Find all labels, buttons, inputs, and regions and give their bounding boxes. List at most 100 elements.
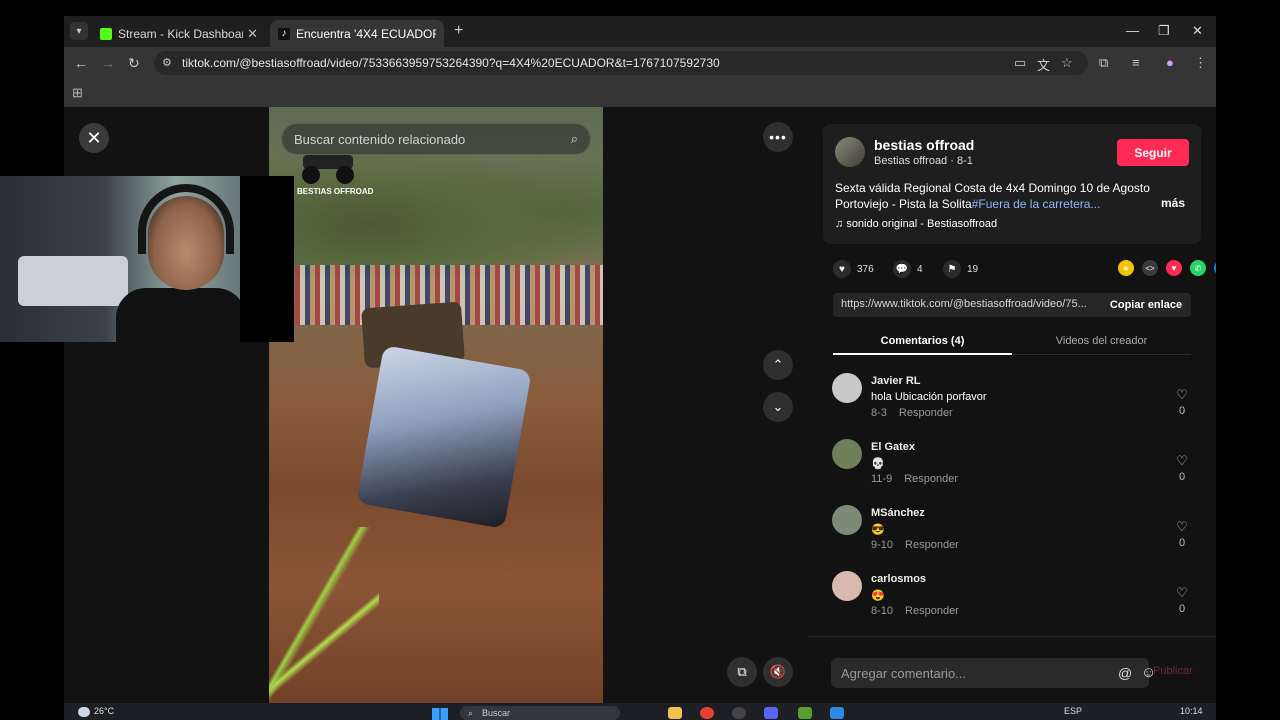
- system-clock[interactable]: 10:14: [1180, 706, 1203, 716]
- more-description-button[interactable]: más: [1161, 196, 1185, 210]
- hashtag-link[interactable]: #Fuera de la carretera...: [972, 197, 1101, 211]
- mute-button[interactable]: 🔇: [763, 657, 793, 687]
- reply-button[interactable]: Responder: [899, 407, 953, 419]
- search-icon[interactable]: ⌕: [571, 131, 578, 147]
- tab-creator-videos[interactable]: Videos del creador: [1012, 335, 1191, 347]
- reply-button[interactable]: Responder: [904, 473, 958, 485]
- bookmark-icon: ⚑: [943, 260, 961, 278]
- like-button[interactable]: ♥ 376: [833, 260, 874, 278]
- browser-menu-icon[interactable]: ⋮: [1194, 55, 1207, 71]
- related-search-input[interactable]: Buscar contenido relacionado ⌕: [281, 123, 591, 155]
- next-video-button[interactable]: ⌄: [763, 392, 793, 422]
- chrome-icon[interactable]: [700, 707, 714, 719]
- send-icon[interactable]: ▼: [1166, 260, 1182, 276]
- tab-kick-dashboard[interactable]: Stream - Kick Dashboard ✕: [92, 20, 266, 47]
- comment-button[interactable]: 💬 4: [893, 260, 923, 278]
- tab-comments[interactable]: Comentarios (4): [833, 335, 1012, 347]
- comment-date: 11-9: [871, 473, 893, 485]
- author-avatar[interactable]: [835, 137, 865, 167]
- media-control-icon[interactable]: ≡: [1132, 55, 1140, 70]
- commenter-name[interactable]: carlosmos: [871, 573, 926, 585]
- forward-icon[interactable]: →: [101, 55, 115, 71]
- comment-meta: 9-10 Responder: [871, 539, 959, 551]
- share-link-text[interactable]: https://www.tiktok.com/@bestiasoffroad/v…: [841, 298, 1097, 310]
- back-icon[interactable]: ←: [74, 55, 88, 71]
- new-tab-button[interactable]: +: [454, 22, 463, 40]
- save-button[interactable]: ⚑ 19: [943, 260, 978, 278]
- follow-button[interactable]: Seguir: [1117, 139, 1189, 166]
- obs-icon[interactable]: [732, 707, 746, 719]
- app-icon[interactable]: [830, 707, 844, 719]
- more-options-button[interactable]: •••: [763, 122, 793, 152]
- address-bar[interactable]: ⚙ tiktok.com/@bestiasoffroad/video/75336…: [154, 51, 1088, 75]
- bookmark-star-icon[interactable]: ☆: [1061, 55, 1073, 71]
- webcam-overlay: [0, 176, 294, 342]
- sound-link[interactable]: ♫ sonido original - Bestiasoffroad: [835, 218, 997, 230]
- mention-icon[interactable]: @: [1118, 665, 1132, 681]
- restore-button[interactable]: ❐: [1158, 23, 1170, 39]
- profile-avatar-icon[interactable]: ●: [1166, 55, 1174, 70]
- embed-icon[interactable]: <>: [1142, 260, 1158, 276]
- tab-tiktok[interactable]: ♪ Encuentra '4X4 ECUADOR' en T: [270, 20, 444, 47]
- comment-like-icon[interactable]: ♡: [1174, 585, 1190, 601]
- post-comment-button[interactable]: Publicar: [1153, 665, 1193, 677]
- system-tray-lang[interactable]: ESP: [1064, 706, 1082, 716]
- comment-like-icon[interactable]: ♡: [1174, 387, 1190, 403]
- comment-meta: 11-9 Responder: [871, 473, 958, 485]
- comment-like-icon[interactable]: ♡: [1174, 453, 1190, 469]
- apps-grid-icon[interactable]: ⊞: [72, 85, 83, 101]
- extensions-icon[interactable]: ⧉: [1099, 55, 1108, 71]
- video-player[interactable]: BESTIAS OFFROAD Buscar contenido relacio…: [269, 107, 603, 720]
- picture-in-picture-button[interactable]: ⧉: [727, 657, 757, 687]
- minecraft-icon[interactable]: [798, 707, 812, 719]
- author-subtitle: Bestias offroad · 8-1: [874, 155, 973, 167]
- whatsapp-icon[interactable]: ✆: [1190, 260, 1206, 276]
- site-settings-icon[interactable]: ⚙: [162, 56, 172, 69]
- comment-text: hola Ubicación porfavor: [871, 391, 987, 403]
- search-placeholder: Buscar contenido relacionado: [294, 131, 466, 147]
- tab-search-dropdown[interactable]: ▾: [70, 22, 88, 40]
- tab-title: Stream - Kick Dashboard: [118, 26, 244, 41]
- reply-button[interactable]: Responder: [905, 605, 959, 617]
- close-window-button[interactable]: ✕: [1192, 23, 1203, 39]
- commenter-avatar[interactable]: [832, 505, 862, 535]
- sound-title: sonido original - Bestiasoffroad: [846, 218, 998, 230]
- comment-input[interactable]: Agregar comentario... @ ☺: [831, 658, 1156, 688]
- weather-widget[interactable]: 26°C: [78, 706, 114, 717]
- panel-tabs: Comentarios (4) Videos del creador: [833, 329, 1191, 355]
- active-tab-indicator: [833, 353, 1012, 355]
- windows-taskbar: 26°C ⌕ Buscar ESP 10:14: [64, 703, 1216, 720]
- minimize-button[interactable]: —: [1126, 23, 1139, 38]
- copy-link-button[interactable]: Copiar enlace: [1101, 293, 1191, 317]
- comment-like-icon[interactable]: ♡: [1174, 519, 1190, 535]
- url-text: tiktok.com/@bestiasoffroad/video/7533663…: [182, 56, 720, 70]
- close-video-button[interactable]: ✕: [79, 123, 109, 153]
- discord-icon[interactable]: [764, 707, 778, 719]
- taskbar-search[interactable]: ⌕ Buscar: [460, 706, 620, 720]
- repost-icon[interactable]: ★: [1118, 260, 1134, 276]
- commenter-name[interactable]: Javier RL: [871, 375, 921, 387]
- commenter-name[interactable]: El Gatex: [871, 441, 915, 453]
- commenter-avatar[interactable]: [832, 439, 862, 469]
- commenter-avatar[interactable]: [832, 373, 862, 403]
- share-link-row: https://www.tiktok.com/@bestiasoffroad/v…: [833, 293, 1191, 317]
- kick-favicon-icon: [100, 27, 112, 40]
- previous-video-button[interactable]: ⌃: [763, 350, 793, 380]
- install-app-icon[interactable]: ▭: [1014, 55, 1026, 71]
- reload-icon[interactable]: ↻: [128, 55, 140, 72]
- translate-icon[interactable]: 文: [1037, 55, 1050, 74]
- toolbar: ← → ↻ ⚙ tiktok.com/@bestiasoffroad/video…: [64, 47, 1216, 79]
- close-tab-icon[interactable]: ✕: [247, 26, 258, 42]
- author-name[interactable]: bestias offroad: [874, 137, 974, 153]
- start-button-icon[interactable]: [432, 708, 448, 720]
- commenter-avatar[interactable]: [832, 571, 862, 601]
- comment-count: 4: [917, 263, 923, 275]
- heart-icon: ♥: [833, 260, 851, 278]
- commenter-name[interactable]: MSánchez: [871, 507, 925, 519]
- comment-item: carlosmos 😍 8-10 Responder ♡ 0: [832, 571, 1192, 631]
- comment-date: 8-10: [871, 605, 894, 617]
- file-explorer-icon[interactable]: [668, 707, 682, 719]
- offroad-vehicle: [356, 345, 532, 529]
- comment-like-count: 0: [1178, 603, 1186, 615]
- reply-button[interactable]: Responder: [905, 539, 959, 551]
